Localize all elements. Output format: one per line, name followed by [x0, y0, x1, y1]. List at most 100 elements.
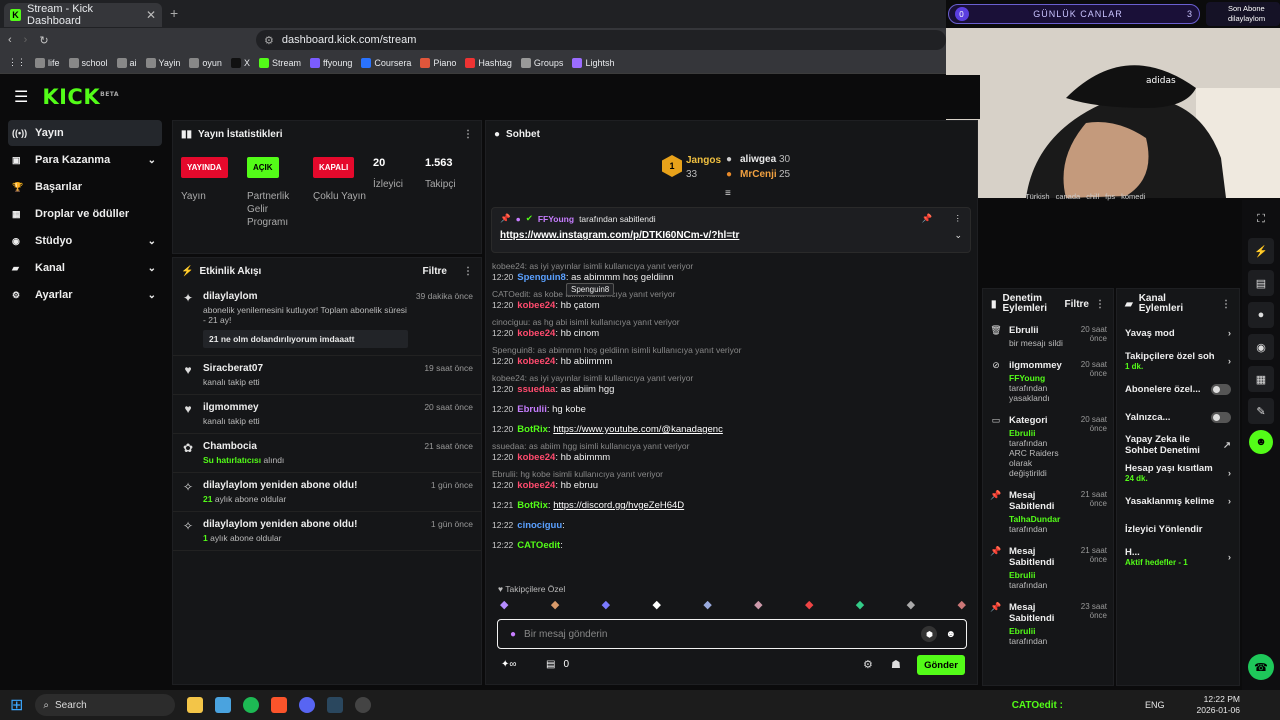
emoji-icon[interactable]: ☻ [945, 629, 956, 640]
mod-filter-button[interactable]: Filtre [1065, 299, 1089, 310]
chat-username[interactable]: ssuedaa [517, 384, 555, 395]
activity-item[interactable]: ♥ ilgmommey kanalı takip etti 20 saat önce [173, 395, 481, 434]
sidebar-item-channel[interactable]: ▰ Kanal ⌄ [8, 255, 162, 281]
sidebar-item-gift[interactable]: ▦ Droplar ve ödüller [8, 201, 162, 227]
stream-tag[interactable]: fps [1105, 192, 1115, 204]
chat-users-icon[interactable]: ☗ [891, 658, 901, 671]
sidebar-item-gear[interactable]: ⚙ Ayarlar ⌄ [8, 282, 162, 308]
file-explorer-icon[interactable] [187, 697, 204, 713]
more-options-icon[interactable]: ⋮ [954, 213, 963, 224]
kick-mascot-icon[interactable]: ☻ [1249, 430, 1273, 454]
bookmark-item[interactable]: school [68, 57, 108, 68]
sidebar-item-broadcast[interactable]: ((•)) Yayın [8, 120, 162, 146]
spotify-icon[interactable] [243, 697, 260, 713]
chevron-right-icon[interactable]: › [1228, 496, 1231, 507]
activity-item[interactable]: ✦ dilaylaylom abonelik yenilemesini kutluy… [173, 284, 481, 356]
taskbar-search[interactable]: ⌕ Search [35, 694, 176, 716]
emote-icon[interactable]: ◆ [907, 598, 915, 614]
kick-logo[interactable]: KICKBETA [42, 85, 119, 109]
collapse-leaderboard-icon[interactable]: ≡ [725, 188, 731, 199]
mic-icon[interactable]: ● [510, 629, 516, 640]
bookmark-item[interactable]: Lightsh [572, 57, 614, 68]
message-link[interactable]: https://discord.gg/hvgeZeH64D [553, 500, 684, 511]
chat-username[interactable]: Ebrulii [517, 404, 547, 415]
toggle-switch[interactable] [1210, 411, 1231, 423]
unpin-icon[interactable]: 📌 [922, 213, 933, 224]
steam-icon[interactable] [327, 697, 344, 713]
chat-username[interactable]: CATOedit [517, 540, 560, 551]
emote-icon[interactable]: ◆ [652, 598, 660, 614]
mod-action-item[interactable]: 📌 Mesaj Sabitlendi TalhaDundar tarafından 2… [983, 484, 1113, 540]
obs-icon[interactable] [355, 697, 372, 713]
forward-icon[interactable]: › [24, 34, 28, 46]
channel-action-item[interactable]: Yavaş mod › [1117, 319, 1239, 347]
chat-username[interactable]: kobee24 [517, 328, 555, 339]
channel-action-item[interactable]: Yalnızca... [1117, 403, 1239, 431]
emote-icon[interactable]: ◆ [754, 598, 762, 614]
chat-settings-icon[interactable]: ⚙ [863, 658, 873, 671]
kick-emote-icon[interactable]: ⬢ [921, 626, 938, 642]
site-info-icon[interactable]: ⚙ [264, 34, 274, 47]
toggle-switch[interactable] [1210, 383, 1231, 395]
sidebar-item-studio[interactable]: ◉ Stüdyo ⌄ [8, 228, 162, 254]
chat-icon[interactable]: ● [1248, 302, 1274, 328]
browser-tab[interactable]: K Stream - Kick Dashboard ✕ [4, 3, 162, 27]
stream-tag[interactable]: komedi [1121, 192, 1145, 204]
chat-username[interactable]: cinociguu [517, 520, 562, 531]
expand-icon[interactable]: ⌄ [954, 230, 962, 241]
tools-icon[interactable]: ✎ [1248, 398, 1274, 424]
pinned-by-user[interactable]: FFYoung [538, 214, 574, 224]
chat-input[interactable]: ● Bir mesaj gönderin ⬢ ☻ [497, 619, 967, 649]
stream-tag[interactable]: canada [1056, 192, 1081, 204]
menu-icon[interactable]: ☰ [14, 87, 28, 107]
back-icon[interactable]: ‹ [8, 34, 12, 46]
pinned-link[interactable]: https://www.instagram.com/p/DTKI60NCm-v/… [500, 230, 739, 241]
fullscreen-icon[interactable]: ⛶ [1248, 206, 1274, 232]
more-options-icon[interactable]: ⋮ [463, 266, 473, 277]
chat-username[interactable]: kobee24 [517, 356, 555, 367]
sidebar-item-trophy[interactable]: 🏆 Başarılar [8, 174, 162, 200]
channel-action-item[interactable]: Yasaklanmış kelime › [1117, 487, 1239, 515]
reload-icon[interactable]: ↻ [39, 34, 48, 47]
activity-item[interactable]: ✿ Chambocia Su hatırlatıcısı alındı 21 saat… [173, 434, 481, 473]
chevron-down-icon[interactable]: ⌄ [148, 290, 156, 301]
activity-item[interactable]: ✧ dilaylaylom yeniden abone oldu! 1 aylık … [173, 512, 481, 551]
chat-username[interactable]: kobee24 [517, 452, 555, 463]
emote-icon[interactable]: ◆ [551, 598, 559, 614]
chevron-down-icon[interactable]: ⌄ [148, 263, 156, 274]
stream-tag[interactable]: chill [1086, 192, 1099, 204]
send-button[interactable]: Gönder [917, 655, 965, 675]
more-options-icon[interactable]: ⋮ [1221, 299, 1231, 310]
tray-lang[interactable]: ENG [1145, 700, 1165, 710]
discord-icon[interactable] [299, 697, 316, 713]
mod-action-item[interactable]: 🗑 Ebrulii bir mesajı sildi 20 saat önce [983, 319, 1113, 354]
tray-clock[interactable]: 12:22 PM 2026-01-06 [1197, 694, 1240, 716]
chat-username[interactable]: kobee24 [517, 300, 555, 311]
chevron-down-icon[interactable]: ⌄ [148, 236, 156, 247]
chat-username[interactable]: Spenguin8 [517, 272, 566, 283]
quick-action-bolt-icon[interactable]: ⚡ [1248, 238, 1274, 264]
more-options-icon[interactable]: ⋮ [463, 129, 473, 140]
points-icon[interactable]: ✦∞ [501, 659, 517, 670]
emote-icon[interactable]: ◆ [856, 598, 864, 614]
emote-icon[interactable]: ◆ [957, 598, 965, 614]
chevron-right-icon[interactable]: › [1228, 328, 1231, 339]
windows-start-icon[interactable]: ⊞ [10, 695, 23, 715]
help-support-icon[interactable]: ☎ [1248, 654, 1274, 680]
brave-icon[interactable] [271, 697, 288, 713]
emote-icon[interactable]: ◆ [500, 598, 508, 614]
channel-action-item[interactable]: H... Aktif hedefler - 1 › [1117, 543, 1239, 571]
chevron-right-icon[interactable]: › [1228, 356, 1231, 367]
external-link-icon[interactable]: ↗ [1223, 440, 1231, 451]
emote-icon[interactable]: ◆ [703, 598, 711, 614]
bookmark-item[interactable]: Stream [258, 57, 301, 68]
channel-action-item[interactable]: Hesap yaşı kısıtlam 24 dk. › [1117, 459, 1239, 487]
bookmark-item[interactable]: Hashtag [465, 57, 512, 68]
channel-action-item[interactable]: İzleyici Yönlendir [1117, 515, 1239, 543]
address-bar[interactable]: ⚙ dashboard.kick.com/stream [256, 30, 946, 50]
layout-icon[interactable]: ▦ [1248, 366, 1274, 392]
new-tab-icon[interactable]: + [170, 5, 178, 21]
points-store[interactable]: ▤ 0 [546, 659, 569, 670]
apps-icon[interactable]: ⋮⋮ [8, 57, 26, 68]
emote-icon[interactable]: ◆ [602, 598, 610, 614]
